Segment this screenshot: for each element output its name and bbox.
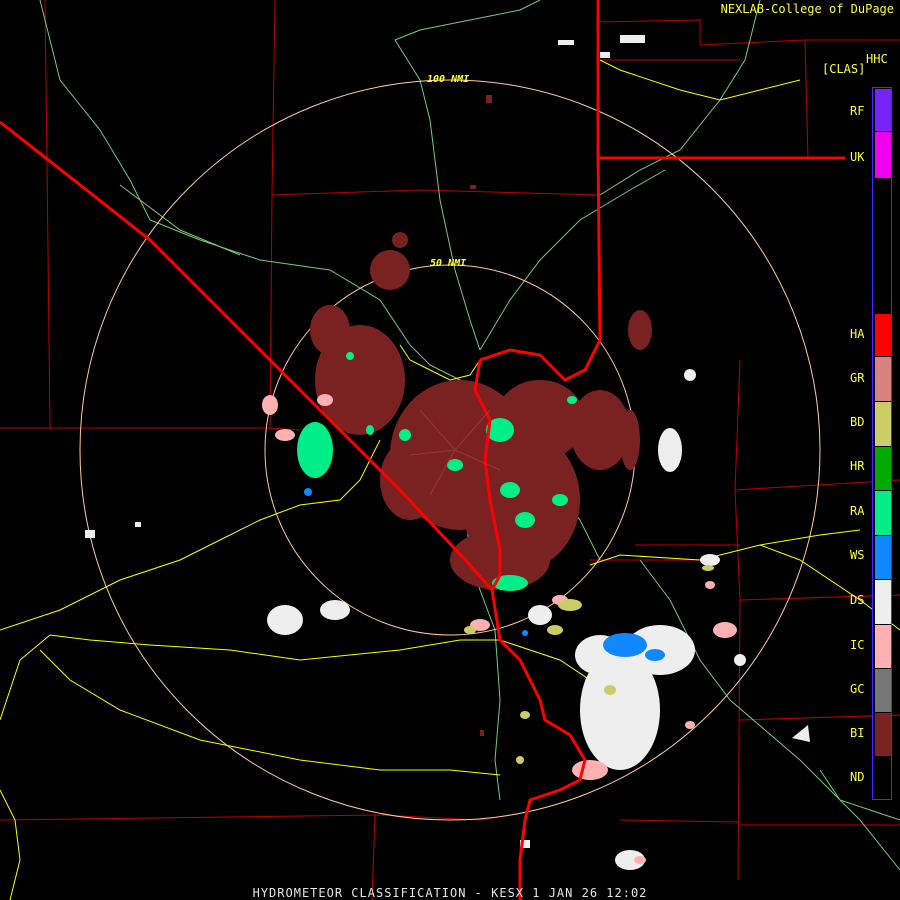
credit-label: NEXLAB-College of DuPage xyxy=(720,2,894,16)
legend-label-uk: UK xyxy=(850,150,865,164)
legend-swatch-ds xyxy=(875,580,891,624)
footer-caption: HYDROMETEOR CLASSIFICATION - KESX 1 JAN … xyxy=(252,886,648,900)
product-code-label: HHC xyxy=(866,52,888,66)
legend-label-ds: DS xyxy=(850,593,865,607)
legend-swatch-ws xyxy=(875,536,891,579)
ring-label-100: 100 NMI xyxy=(427,74,470,85)
ring-label-50: 50 NMI xyxy=(430,258,467,269)
legend-swatch-gr xyxy=(875,357,891,401)
legend-label-ra: RA xyxy=(850,504,865,518)
legend-label-hr: HR xyxy=(850,459,865,473)
legend-label-ws: WS xyxy=(850,548,865,562)
legend-swatch-ha xyxy=(875,314,891,356)
legend-label-gc: GC xyxy=(850,682,865,696)
legend-label-ha: HA xyxy=(850,327,865,341)
legend-swatch-ra xyxy=(875,491,891,535)
legend-label-gr: GR xyxy=(850,371,865,385)
legend-label-bi: BI xyxy=(850,726,865,740)
legend-swatch-hr xyxy=(875,447,891,490)
legend-swatch-rf xyxy=(875,89,891,131)
legend-swatch-gc xyxy=(875,669,891,712)
legend-swatch-bd xyxy=(875,402,891,446)
radar-map xyxy=(0,0,900,900)
legend-swatch-ic xyxy=(875,625,891,668)
legend-label-ic: IC xyxy=(850,638,865,652)
legend-label-rf: RF xyxy=(850,104,865,118)
legend-swatch-bi xyxy=(875,713,891,756)
legend-swatch-uk xyxy=(875,132,891,178)
legend-label-nd: ND xyxy=(850,770,865,784)
product-label: [CLAS] xyxy=(822,62,866,76)
legend-label-bd: BD xyxy=(850,415,865,429)
legend-swatch-nd xyxy=(875,757,891,799)
legend-colorbar xyxy=(872,87,892,800)
